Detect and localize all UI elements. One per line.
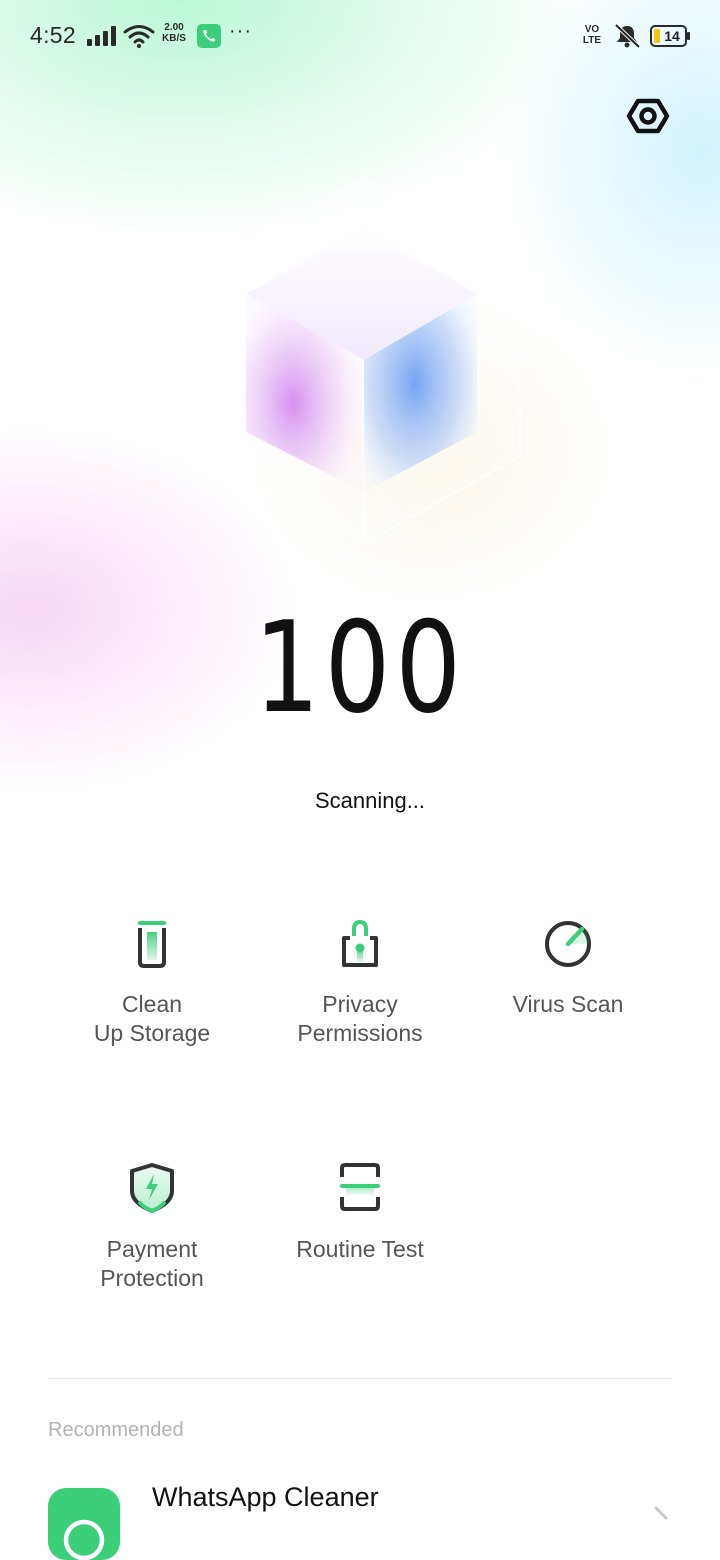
volte-indicator: VO LTE [580, 24, 604, 46]
recommended-item-title: WhatsApp Cleaner [152, 1482, 379, 1512]
tool-label: Payment Protection [100, 1236, 204, 1291]
wifi-icon [123, 25, 155, 48]
trash-icon [138, 921, 166, 968]
more-notifications-indicator: ··· [229, 20, 252, 42]
settings-hexagon-icon [626, 98, 670, 134]
battery-level: 14 [664, 28, 680, 44]
settings-button[interactable] [624, 92, 672, 140]
bell-muted-icon [614, 23, 641, 49]
phone-call-icon [197, 24, 221, 48]
tool-label: Virus Scan [512, 991, 624, 1017]
scan-gauge-icon [545, 921, 591, 967]
tool-label: Routine Test [296, 1236, 424, 1262]
network-speed-unit: KB/S [162, 33, 186, 44]
recommended-section-label: Recommended [48, 1419, 184, 1441]
scan-status-text: Scanning... [314, 788, 426, 813]
whatsapp-cleaner-item[interactable]: WhatsApp Cleaner [0, 1460, 720, 1560]
virus-scan-button[interactable]: Virus Scan [468, 912, 668, 1019]
security-score: 100 [254, 594, 466, 741]
network-speed-value: 2.00 [164, 22, 184, 33]
shield-icon [130, 1163, 174, 1214]
routine-test-icon [340, 1163, 380, 1211]
section-divider [48, 1378, 672, 1379]
volte-line1: VO [584, 24, 600, 35]
chevron-right-icon [654, 1506, 668, 1520]
cell-signal-icon [87, 26, 116, 46]
security-cube-illustration [201, 176, 521, 546]
routine-test-button[interactable]: Routine Test [260, 1157, 460, 1264]
tool-label: Privacy Permissions [297, 991, 423, 1046]
status-bar: 4:52 2.00 KB/S ··· VO LTE 14 [0, 0, 720, 72]
clean-up-storage-button[interactable]: Clean Up Storage [52, 912, 252, 1048]
tool-label: Clean Up Storage [93, 991, 211, 1046]
payment-protection-button[interactable]: Payment Protection [52, 1157, 252, 1293]
privacy-permissions-button[interactable]: Privacy Permissions [260, 912, 460, 1048]
whatsapp-icon [48, 1488, 120, 1560]
network-speed: 2.00 KB/S [158, 22, 190, 44]
lock-icon [342, 919, 378, 967]
status-time: 4:52 [30, 22, 76, 48]
volte-line2: LTE [582, 35, 602, 46]
